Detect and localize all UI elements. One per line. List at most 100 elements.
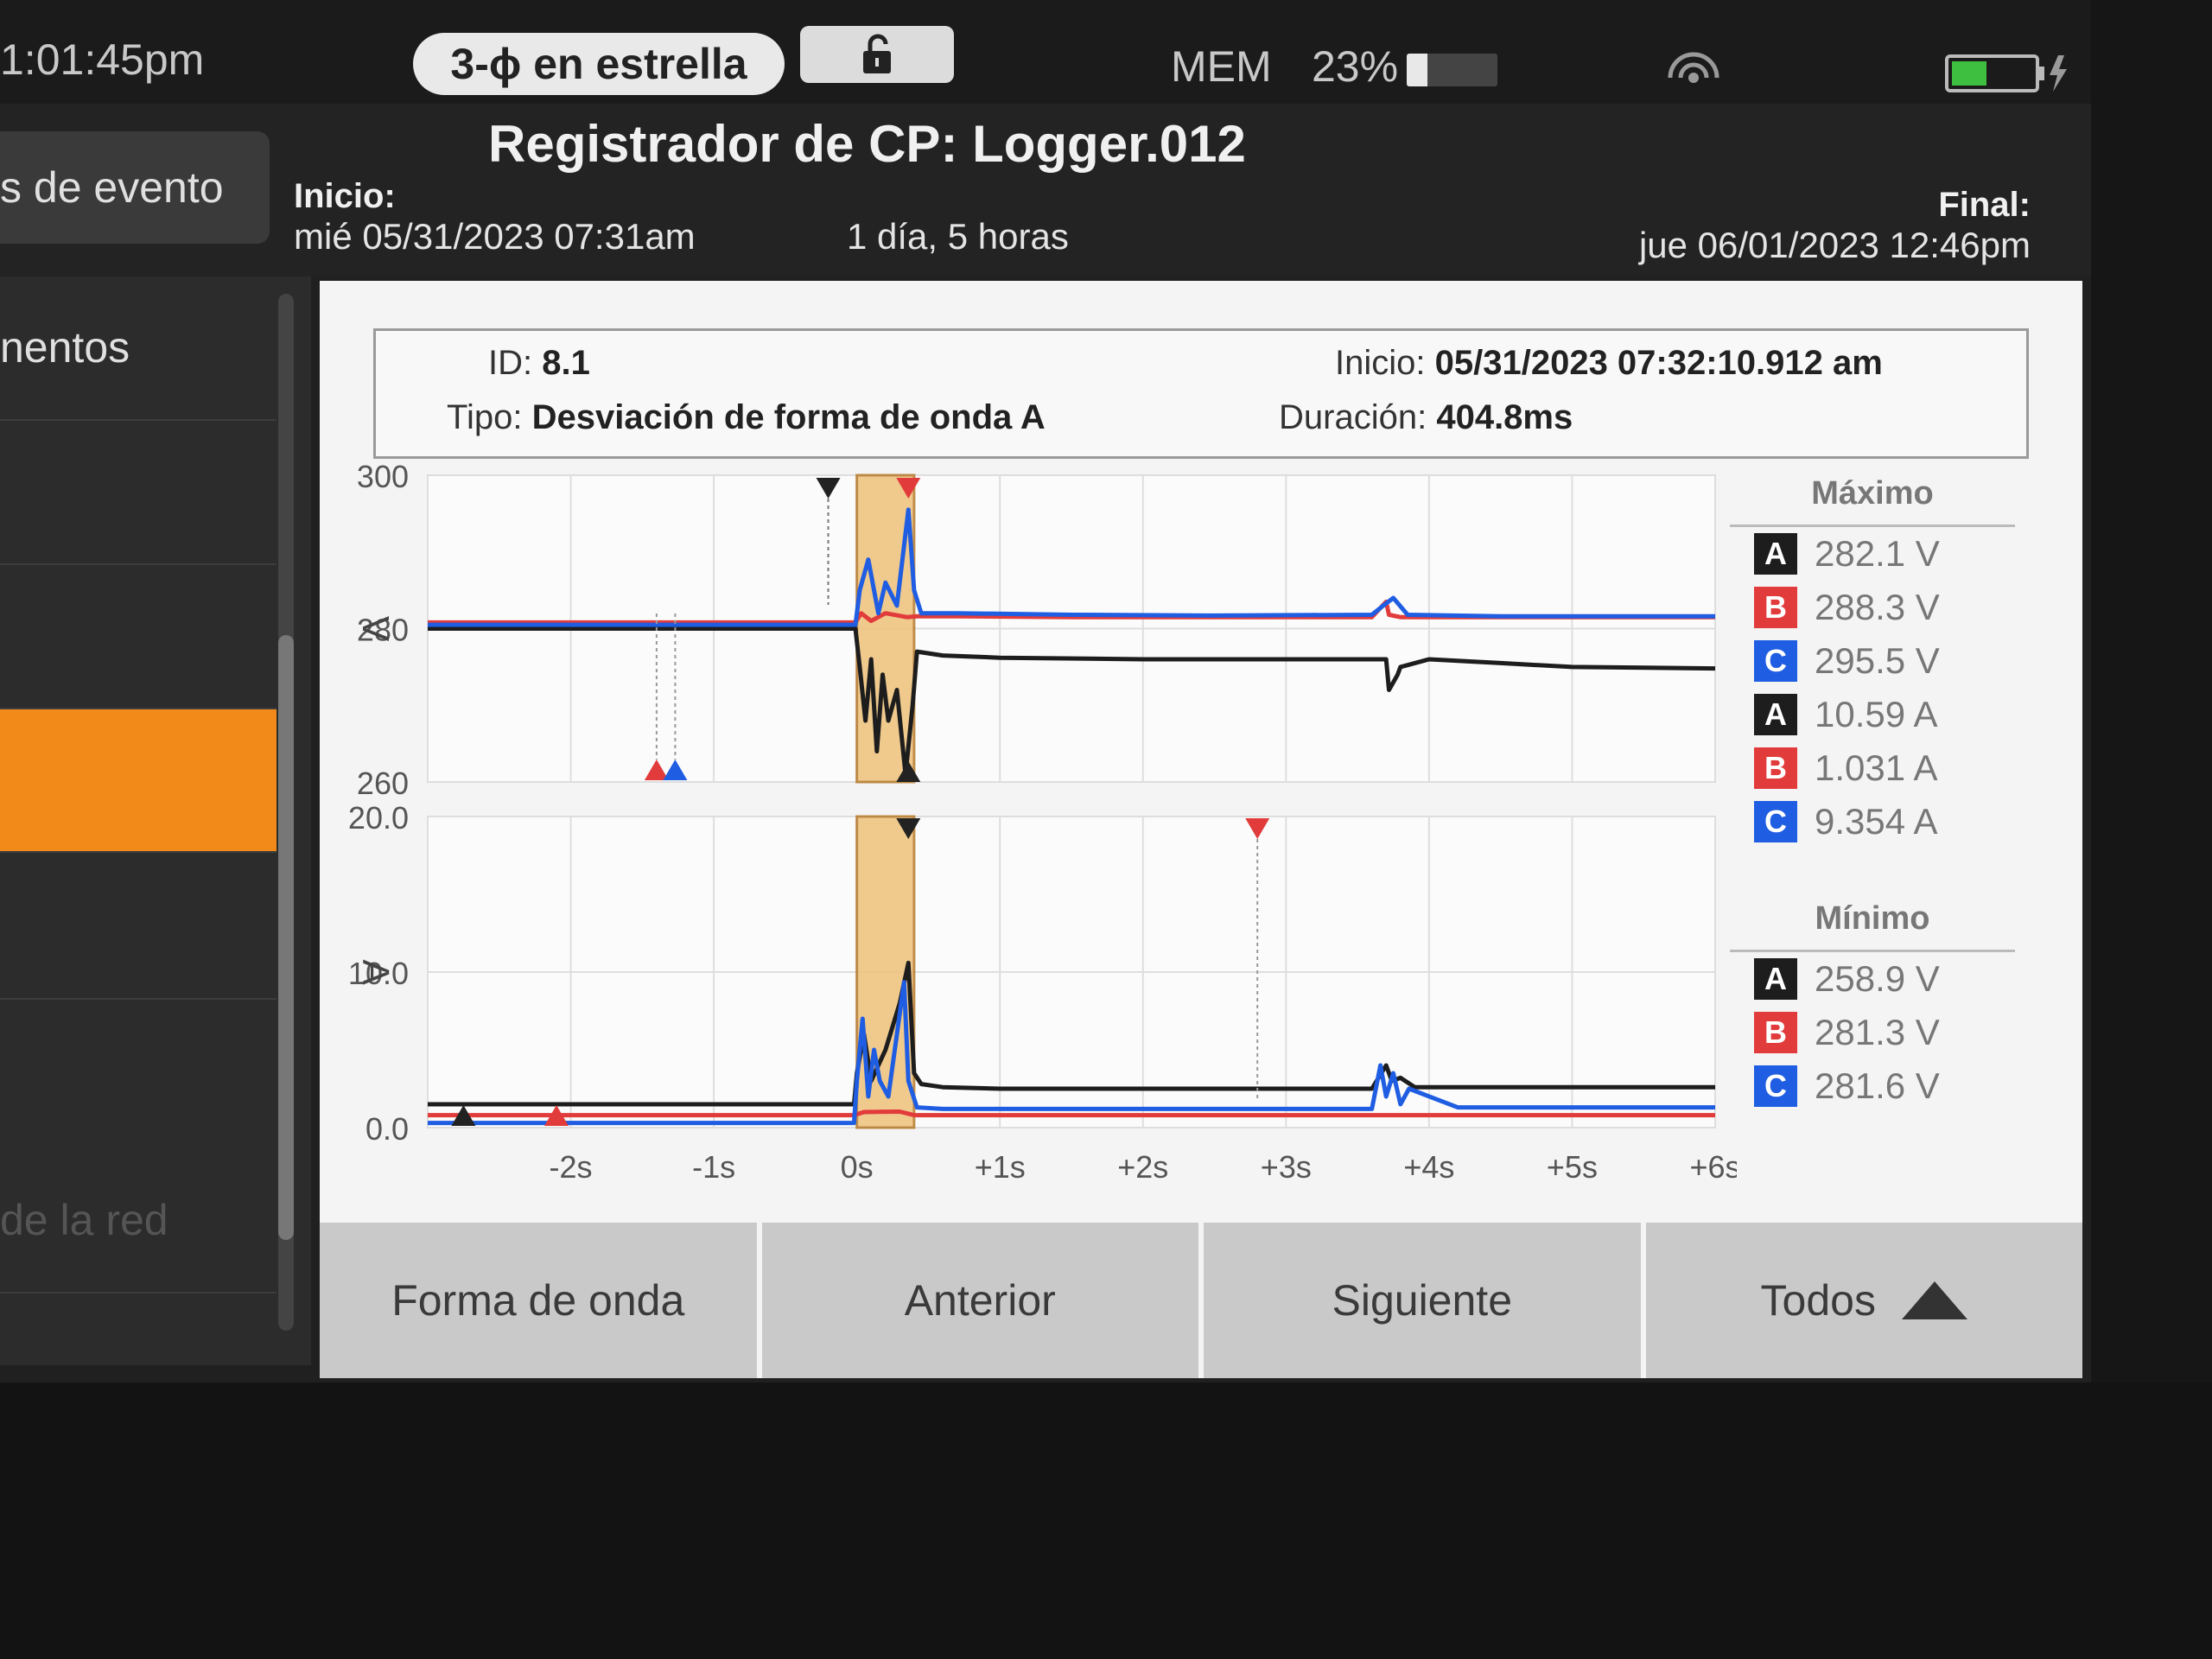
legend: Máximo A 282.1 V B 288.3 V C 295.5 V A 10.59 A B… <box>1730 475 2015 1113</box>
memory-bar-fill <box>1407 54 1428 86</box>
waveform-button-label: Forma de onda <box>391 1276 685 1325</box>
device-screen: 1:01:45pm 3-ϕ en estrella MEM 23% s de e… <box>0 0 2091 1382</box>
phase-badge: B <box>1754 587 1797 628</box>
legend-value: 9.354 A <box>1815 801 1938 842</box>
event-type-label: Tipo: <box>447 398 523 436</box>
event-start: Inicio: 05/31/2023 07:32:10.912 am <box>1335 344 1883 383</box>
amp-axis-label: A <box>354 959 397 985</box>
event-info-box: ID: 8.1 Tipo: Desviación de forma de ond… <box>373 328 2029 459</box>
phase-badge: A <box>1754 694 1797 735</box>
logger-end-label: Final: <box>1938 186 2031 224</box>
memory-bar <box>1407 54 1497 86</box>
wireless-icon <box>1668 52 1719 83</box>
amp-tick-label: 20.0 <box>348 800 409 836</box>
phase-badge: C <box>1754 1065 1797 1107</box>
legend-value: 258.9 V <box>1815 958 1940 999</box>
battery-charging-icon <box>1945 54 2067 92</box>
amp-tick-label: 0.0 <box>365 1111 409 1147</box>
event-id: ID: 8.1 <box>488 344 590 383</box>
legend-row: A 258.9 V <box>1730 952 2015 1006</box>
menu-scrollbar-thumb[interactable] <box>278 635 294 1240</box>
event-id-value: 8.1 <box>542 344 590 382</box>
unlock-icon <box>863 34 891 73</box>
menu-item-network[interactable]: de la red <box>0 1149 276 1294</box>
button-bar: Forma de onda Anterior Siguiente Todos <box>320 1223 2082 1378</box>
legend-row: B 281.3 V <box>1730 1006 2015 1059</box>
legend-max-list: A 282.1 V B 288.3 V C 295.5 V A 10.59 A B 1.031 A… <box>1730 527 2015 849</box>
phase-badge: A <box>1754 533 1797 575</box>
triangle-up-icon <box>1901 1281 1967 1319</box>
menu-item-events[interactable]: nentos <box>0 276 276 421</box>
volt-axis-label: V <box>354 616 397 642</box>
legend-value: 281.6 V <box>1815 1065 1940 1106</box>
x-tick-label: 0s <box>841 1149 874 1185</box>
phase-badge: C <box>1754 640 1797 682</box>
legend-row: C 9.354 A <box>1730 795 2015 849</box>
x-tick-label: +6s <box>1689 1149 1737 1185</box>
legend-value: 295.5 V <box>1815 640 1940 681</box>
x-tick-label: +3s <box>1261 1149 1312 1185</box>
memory-value: 23% <box>1312 42 1399 91</box>
event-duration-value: 404.8ms <box>1436 398 1573 436</box>
menu-item-3[interactable] <box>0 565 276 709</box>
side-menu: nentos de la red <box>0 276 311 1365</box>
x-tick-label: +4s <box>1403 1149 1454 1185</box>
legend-row: B 1.031 A <box>1730 741 2015 795</box>
lock-button[interactable] <box>800 26 954 83</box>
logger-start-label: Inicio: <box>294 177 396 215</box>
legend-min-title: Mínimo <box>1730 900 2015 952</box>
event-start-value: 05/31/2023 07:32:10.912 am <box>1434 344 1883 382</box>
legend-value: 1.031 A <box>1815 747 1938 788</box>
phase-badge: B <box>1754 1012 1797 1053</box>
legend-row: A 10.59 A <box>1730 688 2015 741</box>
phase-badge: A <box>1754 958 1797 1000</box>
legend-row: C 295.5 V <box>1730 634 2015 688</box>
logger-end-value: jue 06/01/2023 12:46pm <box>1638 225 2031 265</box>
menu-scrollbar[interactable] <box>278 294 294 1331</box>
legend-value: 288.3 V <box>1815 587 1940 627</box>
logger-start-value: mié 05/31/2023 07:31am <box>294 216 696 257</box>
menu-item-2[interactable] <box>0 421 276 565</box>
legend-max-title: Máximo <box>1730 475 2015 527</box>
memory-label: MEM <box>1171 42 1272 91</box>
phase-badge: B <box>1754 747 1797 789</box>
event-start-label: Inicio: <box>1335 344 1426 382</box>
x-tick-label: -1s <box>692 1149 735 1185</box>
previous-button-label: Anterior <box>904 1276 1056 1325</box>
previous-button[interactable]: Anterior <box>761 1223 1204 1378</box>
x-tick-label: +1s <box>975 1149 1026 1185</box>
volt-tick-label: 300 <box>357 462 409 494</box>
menu-item-5[interactable] <box>0 853 276 1000</box>
all-button[interactable]: Todos <box>1645 1223 2082 1378</box>
legend-value: 10.59 A <box>1815 694 1938 734</box>
x-tick-label: +5s <box>1547 1149 1598 1185</box>
event-chart: 300280260V20.010.00.0A-2s -1s 0s +1s +2s +3s +… <box>348 462 1737 1185</box>
page-title: Registrador de CP: Logger.012 <box>488 115 1246 173</box>
menu-item-selected[interactable] <box>0 709 276 853</box>
event-duration-label: Duración: <box>1279 398 1427 436</box>
clock: 1:01:45pm <box>0 35 205 84</box>
event-type: Tipo: Desviación de forma de onda A <box>447 398 1046 437</box>
next-button-label: Siguiente <box>1332 1276 1513 1325</box>
event-id-label: ID: <box>488 344 533 382</box>
legend-value: 282.1 V <box>1815 533 1940 574</box>
x-tick-label: -2s <box>550 1149 593 1185</box>
legend-row: C 281.6 V <box>1730 1059 2015 1113</box>
waveform-button[interactable]: Forma de onda <box>320 1223 762 1378</box>
event-duration: Duración: 404.8ms <box>1279 398 1573 437</box>
legend-row: B 288.3 V <box>1730 581 2015 634</box>
page-header: s de evento Registrador de CP: Logger.01… <box>0 104 2091 276</box>
volt-tick-label: 260 <box>357 766 409 801</box>
logger-duration: 1 día, 5 horas <box>847 216 1069 257</box>
next-button[interactable]: Siguiente <box>1204 1223 1646 1378</box>
status-bar: 1:01:45pm 3-ϕ en estrella MEM 23% <box>0 0 2091 104</box>
phase-badge: C <box>1754 801 1797 842</box>
wiring-mode-button[interactable]: 3-ϕ en estrella <box>413 33 785 95</box>
event-detail-panel: ID: 8.1 Tipo: Desviación de forma de ond… <box>320 281 2082 1378</box>
device-bezel <box>0 1382 2212 1659</box>
all-button-label: Todos <box>1760 1276 1876 1325</box>
legend-min-list: A 258.9 V B 281.3 V C 281.6 V <box>1730 952 2015 1113</box>
legend-row: A 282.1 V <box>1730 527 2015 581</box>
legend-value: 281.3 V <box>1815 1012 1940 1052</box>
event-list-tab[interactable]: s de evento <box>0 131 270 244</box>
